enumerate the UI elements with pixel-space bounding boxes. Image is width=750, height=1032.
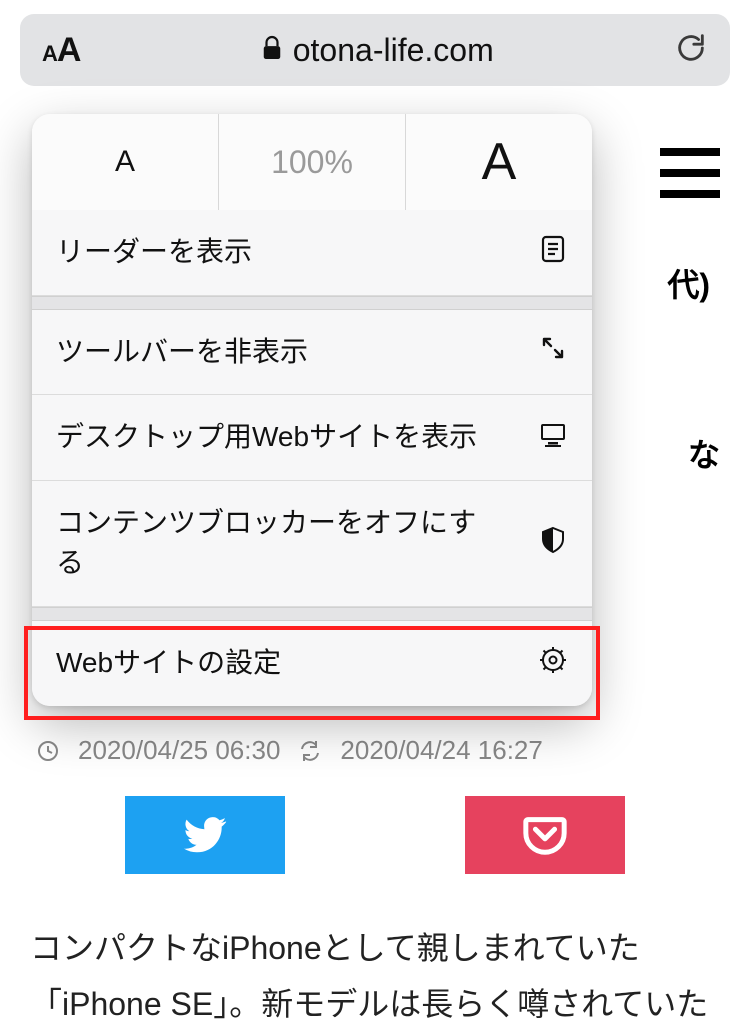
- menu-item-content-blocker-off[interactable]: コンテンツブロッカーをオフにする: [32, 481, 592, 607]
- menu-separator: [32, 296, 592, 310]
- menu-separator: [32, 607, 592, 621]
- refresh-icon: [298, 739, 322, 763]
- shield-half-icon: [538, 525, 568, 562]
- reload-button[interactable]: [674, 31, 708, 70]
- zoom-out-button[interactable]: A: [32, 114, 219, 210]
- pocket-share-button[interactable]: [465, 796, 625, 874]
- twitter-share-button[interactable]: [125, 796, 285, 874]
- article-body: コンパクトなiPhoneとして親しまれていた「iPhone SE」。新モデルは長…: [30, 920, 720, 1032]
- zoom-row: A 100% A: [32, 114, 592, 210]
- clock-icon: [36, 739, 60, 763]
- zoom-in-button[interactable]: A: [406, 114, 592, 210]
- pocket-icon: [522, 812, 568, 858]
- partial-text: 代): [667, 260, 710, 306]
- expand-icon: [538, 333, 568, 370]
- menu-item-label: デスクトップ用Webサイトを表示: [56, 417, 477, 458]
- updated-time: 2020/04/24 16:27: [340, 735, 542, 766]
- domain-text: otona-life.com: [293, 32, 494, 69]
- menu-item-website-settings[interactable]: Webサイトの設定: [32, 621, 592, 706]
- twitter-icon: [182, 812, 228, 858]
- zoom-percent[interactable]: 100%: [219, 114, 406, 210]
- url-domain[interactable]: otona-life.com: [261, 32, 494, 69]
- aA-popup-menu: A 100% A リーダーを表示 ツールバーを非表示 デスクトップ用Webサイト…: [32, 114, 592, 706]
- menu-item-desktop-site[interactable]: デスクトップ用Webサイトを表示: [32, 395, 592, 481]
- menu-item-show-reader[interactable]: リーダーを表示: [32, 210, 592, 296]
- reader-icon: [538, 234, 568, 271]
- gear-icon: [538, 645, 568, 682]
- text-size-button[interactable]: AA: [42, 31, 80, 70]
- created-time: 2020/04/25 06:30: [78, 735, 280, 766]
- menu-item-label: ツールバーを非表示: [56, 332, 308, 373]
- menu-item-label: Webサイトの設定: [56, 643, 281, 684]
- address-bar[interactable]: AA otona-life.com: [20, 14, 730, 86]
- menu-item-label: コンテンツブロッカーをオフにする: [56, 503, 486, 584]
- menu-item-hide-toolbar[interactable]: ツールバーを非表示: [32, 310, 592, 396]
- timestamps: 2020/04/25 06:30 2020/04/24 16:27: [36, 735, 543, 766]
- share-row: [0, 796, 750, 874]
- menu-item-label: リーダーを表示: [56, 232, 252, 273]
- partial-text: な: [688, 430, 720, 476]
- lock-icon: [261, 32, 283, 69]
- hamburger-menu-icon[interactable]: [660, 148, 720, 198]
- desktop-icon: [538, 419, 568, 456]
